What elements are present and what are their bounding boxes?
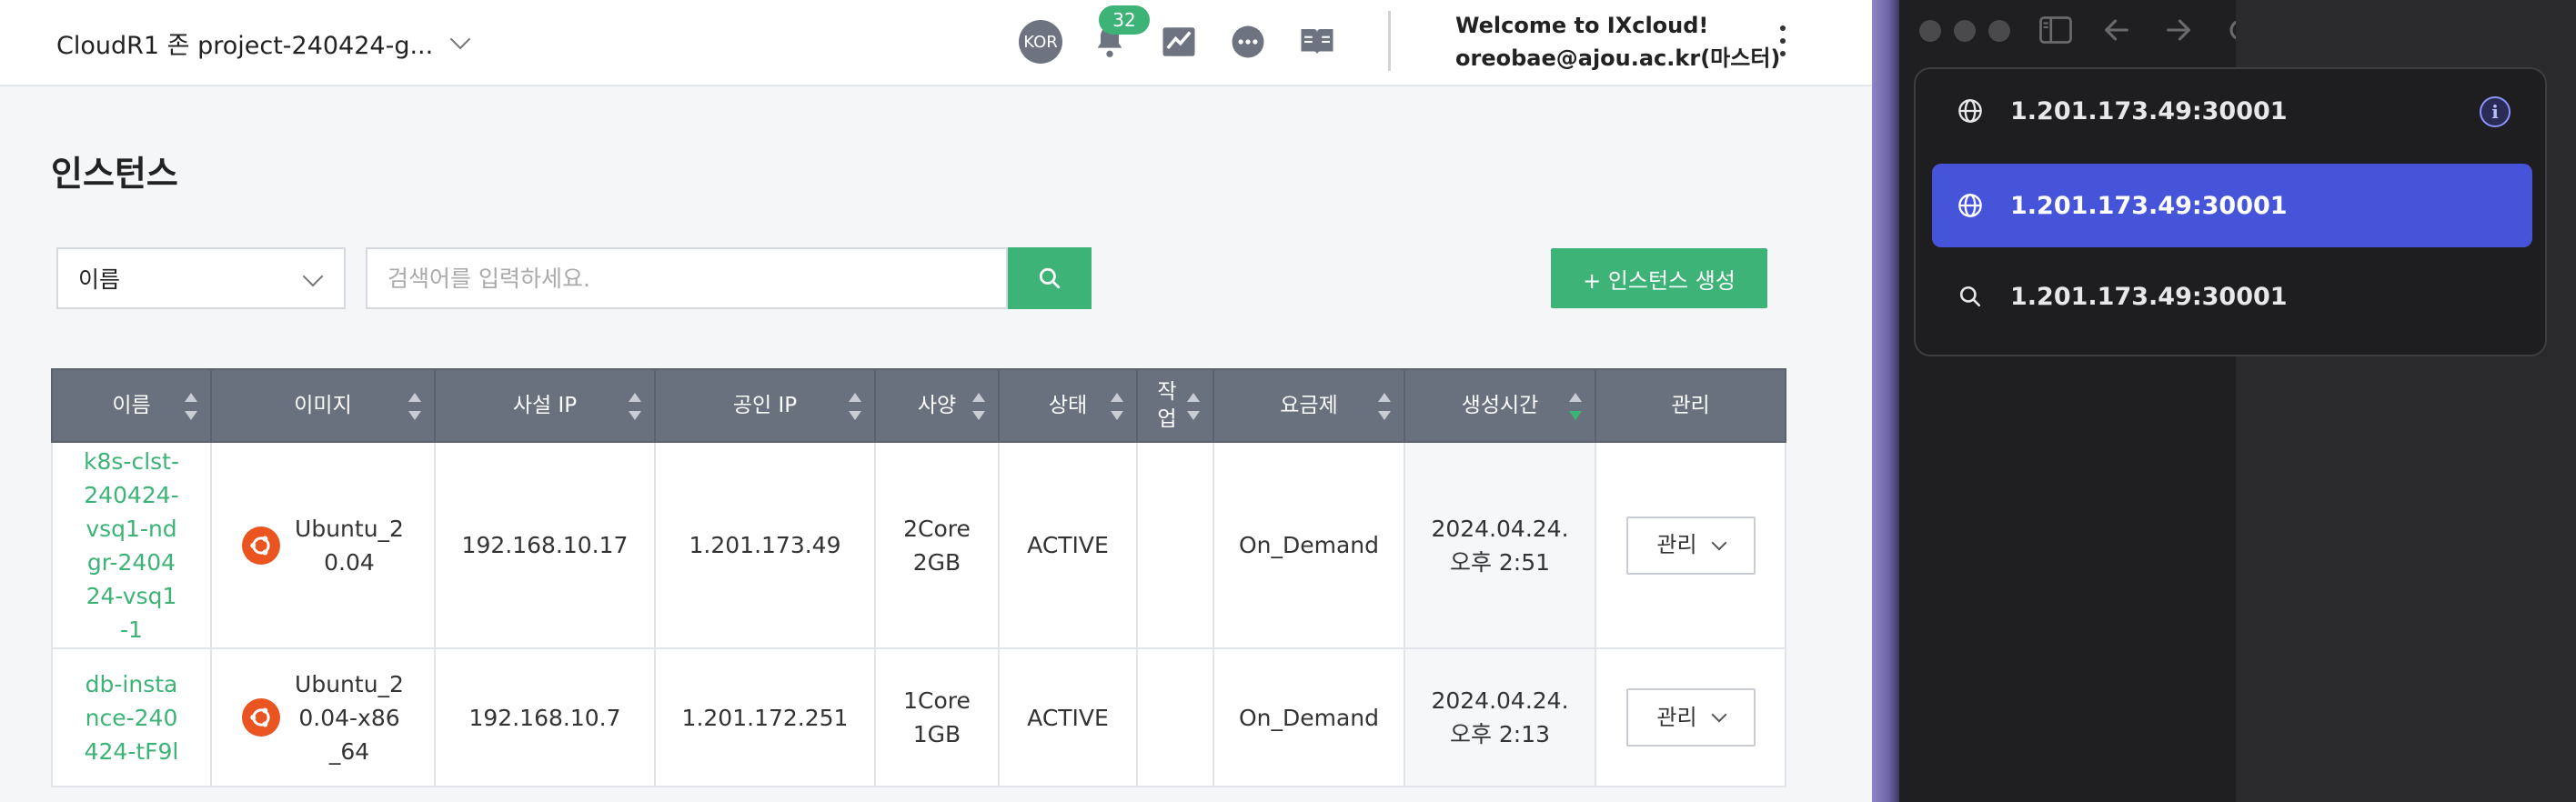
suggestion-text: 1.201.173.49:30001: [2010, 282, 2288, 311]
sort-icon[interactable]: [629, 393, 641, 420]
globe-icon: [1957, 193, 1983, 218]
sidebar-toggle-icon[interactable]: [2039, 16, 2072, 47]
public-ip: 1.201.173.49: [654, 441, 876, 649]
search-icon: [1039, 267, 1061, 289]
private-ip: 192.168.10.17: [434, 441, 656, 649]
column-header-plan[interactable]: 요금제: [1213, 368, 1405, 443]
sort-icon[interactable]: [185, 393, 197, 420]
welcome-message: Welcome to IXcloud!: [1455, 13, 1709, 38]
status: ACTIVE: [998, 441, 1138, 649]
column-header-image[interactable]: 이미지: [210, 368, 436, 443]
search-icon: [1957, 284, 1983, 309]
page-title: 인스턴스: [51, 154, 178, 194]
suggestion-item-selected[interactable]: 1.201.173.49:30001: [1932, 164, 2532, 247]
project-selector[interactable]: CloudR1 존 project-240424-g...: [56, 22, 471, 64]
language-badge[interactable]: KOR: [1019, 20, 1062, 64]
notification-count-badge: 32: [1099, 5, 1150, 35]
column-header-name[interactable]: 이름: [51, 368, 212, 443]
user-welcome: Welcome to IXcloud! oreobae@ajou.ac.kr(마…: [1455, 9, 1780, 75]
search-input[interactable]: [366, 247, 1008, 309]
top-bar: CloudR1 존 project-240424-g... KOR 32 Wel…: [0, 0, 1872, 86]
table-row: k8s-clst-240424-vsq1-ndgr-240424-vsq1-1 …: [51, 441, 1786, 649]
manage-dropdown-button[interactable]: 관리: [1625, 516, 1756, 575]
sort-icon[interactable]: [1187, 393, 1200, 420]
image-cell: Ubuntu_20.04-x86_64: [210, 647, 436, 787]
task: [1136, 647, 1214, 787]
topbar-divider: [1388, 11, 1391, 71]
chevron-down-icon: [449, 28, 471, 50]
image-cell: Ubuntu_20.04: [210, 441, 436, 649]
suggestion-text: 1.201.173.49:30001: [2010, 191, 2288, 220]
column-header-status[interactable]: 상태: [998, 368, 1138, 443]
column-header-task[interactable]: 작업: [1136, 368, 1214, 443]
info-icon[interactable]: i: [2480, 96, 2511, 127]
window-minimize-button[interactable]: [1954, 20, 1976, 42]
search-field-select[interactable]: 이름: [56, 247, 346, 309]
project-label: CloudR1 존 project-240424-g...: [56, 31, 434, 60]
task: [1136, 441, 1214, 649]
forward-arrow-icon[interactable]: [2163, 15, 2194, 49]
suggestion-text: 1.201.173.49:30001: [2010, 96, 2288, 125]
app-window: CloudR1 존 project-240424-g... KOR 32 Wel…: [0, 0, 1872, 802]
search-button[interactable]: [1008, 247, 1092, 309]
column-header-created[interactable]: 생성시간: [1404, 368, 1596, 443]
ubuntu-icon: [242, 698, 280, 737]
status: ACTIVE: [998, 647, 1138, 787]
window-close-button[interactable]: [1919, 20, 1941, 42]
address-suggestions-dropdown: 1.201.173.49:30001 i 1.201.173.49:30001 …: [1914, 67, 2547, 356]
sort-icon[interactable]: [408, 393, 421, 420]
created-time: 2024.04.24. 오후 2:13: [1404, 647, 1596, 787]
sort-icon[interactable]: [1111, 393, 1123, 420]
instance-table: 이름 이미지 사설 IP 공인 IP 사양 상태 작업 요금제 생성시간 관리 …: [51, 368, 1786, 787]
ubuntu-icon: [242, 526, 280, 565]
column-header-manage: 관리: [1595, 368, 1786, 443]
chevron-down-icon: [1711, 535, 1727, 550]
plan: On_Demand: [1213, 441, 1405, 649]
sort-icon[interactable]: [849, 393, 861, 420]
public-ip: 1.201.172.251: [654, 647, 876, 787]
suggestion-item[interactable]: 1.201.173.49:30001 i: [1932, 69, 2532, 153]
sort-icon[interactable]: [1378, 393, 1391, 420]
more-menu-icon[interactable]: [1772, 20, 1794, 62]
suggestion-item[interactable]: 1.201.173.49:30001: [1932, 255, 2532, 338]
created-time: 2024.04.24. 오후 2:51: [1404, 441, 1596, 649]
user-account: oreobae@ajou.ac.kr(마스터): [1455, 45, 1781, 71]
book-icon[interactable]: [1295, 20, 1339, 64]
manage-cell: 관리: [1595, 441, 1786, 649]
image-name: Ubuntu_20.04: [295, 515, 404, 576]
create-instance-button[interactable]: + 인스턴스 생성: [1551, 248, 1767, 308]
image-name: Ubuntu_20.04-x86_64: [295, 670, 404, 765]
private-ip: 192.168.10.7: [434, 647, 656, 787]
chart-icon[interactable]: [1157, 20, 1201, 64]
spec: 2Core 2GB: [874, 441, 1000, 649]
chevron-down-icon: [1711, 707, 1727, 723]
search-field-value: 이름: [78, 266, 121, 293]
column-header-spec[interactable]: 사양: [874, 368, 1000, 443]
column-header-public-ip[interactable]: 공인 IP: [654, 368, 876, 443]
sort-desc-icon[interactable]: [1569, 393, 1582, 420]
globe-icon: [1957, 98, 1983, 124]
back-arrow-icon[interactable]: [2101, 15, 2132, 49]
instance-name-link[interactable]: k8s-clst-240424-vsq1-ndgr-240424-vsq1-1: [51, 441, 212, 649]
column-header-private-ip[interactable]: 사설 IP: [434, 368, 656, 443]
chevron-down-icon: [302, 266, 324, 287]
spec: 1Core 1GB: [874, 647, 1000, 787]
table-row: db-instance-240424-tF9l Ubuntu_20.04-x86…: [51, 647, 1786, 787]
sort-icon[interactable]: [972, 393, 985, 420]
plan: On_Demand: [1213, 647, 1405, 787]
manage-cell: 관리: [1595, 647, 1786, 787]
window-maximize-button[interactable]: [1988, 20, 2010, 42]
instance-name-link[interactable]: db-instance-240424-tF9l: [51, 647, 212, 787]
chat-icon[interactable]: [1226, 20, 1270, 64]
window-divider: [1872, 0, 1899, 802]
manage-dropdown-button[interactable]: 관리: [1625, 688, 1756, 747]
table-header-row: 이름 이미지 사설 IP 공인 IP 사양 상태 작업 요금제 생성시간 관리: [51, 368, 1786, 443]
